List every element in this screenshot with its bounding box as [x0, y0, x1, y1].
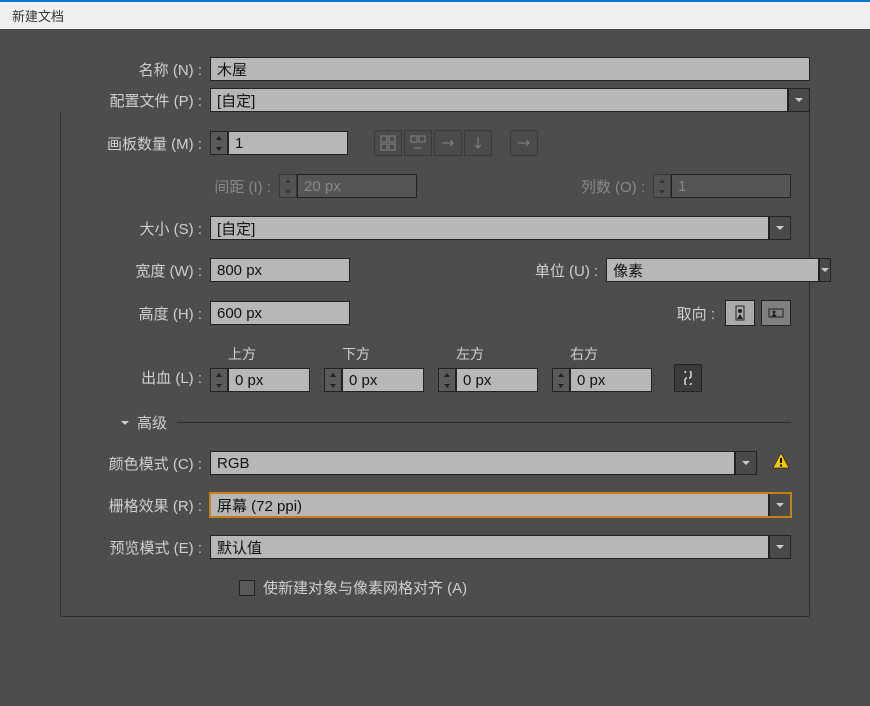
spin-down-icon[interactable] [439, 380, 455, 391]
bleed-bottom-header: 下方 [324, 344, 370, 364]
raster-label: 栅格效果 (R) : [79, 495, 210, 516]
colormode-select[interactable] [210, 451, 735, 475]
artboard-layout-col-icon[interactable] [464, 130, 492, 156]
artboards-spinner[interactable] [210, 131, 348, 155]
spin-down-icon[interactable] [211, 143, 227, 154]
warning-icon [771, 451, 791, 475]
profile-dropdown-button[interactable] [788, 88, 810, 112]
height-input[interactable] [210, 301, 350, 325]
spin-down-icon[interactable] [325, 380, 341, 391]
spin-up-icon[interactable] [211, 132, 227, 143]
spacing-spinner [279, 174, 417, 198]
height-label: 高度 (H) : [79, 303, 210, 324]
artboards-input[interactable] [228, 131, 348, 155]
bleed-right-header: 右方 [552, 344, 598, 364]
profile-fieldset: 配置文件 (P) : 画板数量 (M) : 间距 (I) : [60, 101, 810, 617]
profile-label: 配置文件 (P) : [60, 90, 210, 111]
artboard-layout-grid-icon[interactable] [374, 130, 402, 156]
spacing-input [297, 174, 417, 198]
advanced-disclosure[interactable]: 高级 [119, 412, 791, 433]
spin-down-icon [280, 186, 296, 197]
width-input[interactable] [210, 258, 350, 282]
bleed-bottom-input[interactable] [342, 368, 424, 392]
spin-down-icon [654, 186, 670, 197]
spin-up-icon [654, 175, 670, 186]
bleed-top-header: 上方 [210, 344, 256, 364]
align-grid-label: 使新建对象与像素网格对齐 (A) [263, 577, 467, 598]
bleed-left-header: 左方 [438, 344, 484, 364]
bleed-label: 出血 (L) : [79, 367, 210, 392]
bleed-left-input[interactable] [456, 368, 538, 392]
preview-dropdown-button[interactable] [769, 535, 791, 559]
spacing-label: 间距 (I) : [79, 176, 279, 197]
bleed-top-spinner[interactable] [210, 368, 310, 392]
name-label: 名称 (N) : [60, 59, 210, 80]
spin-up-icon[interactable] [211, 369, 227, 380]
separator [177, 422, 791, 423]
raster-dropdown-button[interactable] [769, 493, 791, 517]
size-label: 大小 (S) : [79, 218, 210, 239]
size-dropdown-button[interactable] [769, 216, 791, 240]
spin-up-icon [280, 175, 296, 186]
orientation-portrait-icon[interactable] [725, 300, 755, 326]
bleed-link-icon[interactable] [674, 364, 702, 392]
preview-label: 预览模式 (E) : [79, 537, 210, 558]
dialog-body: 名称 (N) : 配置文件 (P) : 画板数量 (M) : [0, 29, 870, 617]
spin-up-icon[interactable] [439, 369, 455, 380]
columns-input [671, 174, 791, 198]
size-select[interactable] [210, 216, 769, 240]
colormode-label: 颜色模式 (C) : [79, 453, 210, 474]
artboard-layout-grid2-icon[interactable] [404, 130, 432, 156]
artboard-layout-row-icon[interactable] [434, 130, 462, 156]
columns-spinner [653, 174, 791, 198]
bleed-right-input[interactable] [570, 368, 652, 392]
checkbox-box[interactable] [239, 580, 255, 596]
artboards-label: 画板数量 (M) : [79, 133, 210, 154]
artboard-flow-icon[interactable] [510, 130, 538, 156]
columns-label: 列数 (O) : [581, 176, 653, 197]
orientation-landscape-icon[interactable] [761, 300, 791, 326]
chevron-down-icon [119, 417, 131, 429]
spin-down-icon[interactable] [553, 380, 569, 391]
preview-select[interactable] [210, 535, 769, 559]
profile-select[interactable] [210, 88, 788, 112]
width-label: 宽度 (W) : [79, 260, 210, 281]
spin-up-icon[interactable] [553, 369, 569, 380]
bleed-top-input[interactable] [228, 368, 310, 392]
units-select[interactable] [606, 258, 819, 282]
bleed-left-spinner[interactable] [438, 368, 538, 392]
raster-select[interactable] [210, 493, 769, 517]
dialog-title: 新建文档 [0, 0, 870, 29]
units-dropdown-button[interactable] [819, 258, 831, 282]
orient-label: 取向 : [677, 303, 723, 324]
spin-down-icon[interactable] [211, 380, 227, 391]
spin-up-icon[interactable] [325, 369, 341, 380]
bleed-bottom-spinner[interactable] [324, 368, 424, 392]
bleed-right-spinner[interactable] [552, 368, 652, 392]
colormode-dropdown-button[interactable] [735, 451, 757, 475]
name-input[interactable] [210, 57, 810, 81]
align-grid-checkbox[interactable]: 使新建对象与像素网格对齐 (A) [239, 577, 791, 598]
units-label: 单位 (U) : [535, 260, 606, 281]
advanced-label: 高级 [137, 412, 167, 433]
